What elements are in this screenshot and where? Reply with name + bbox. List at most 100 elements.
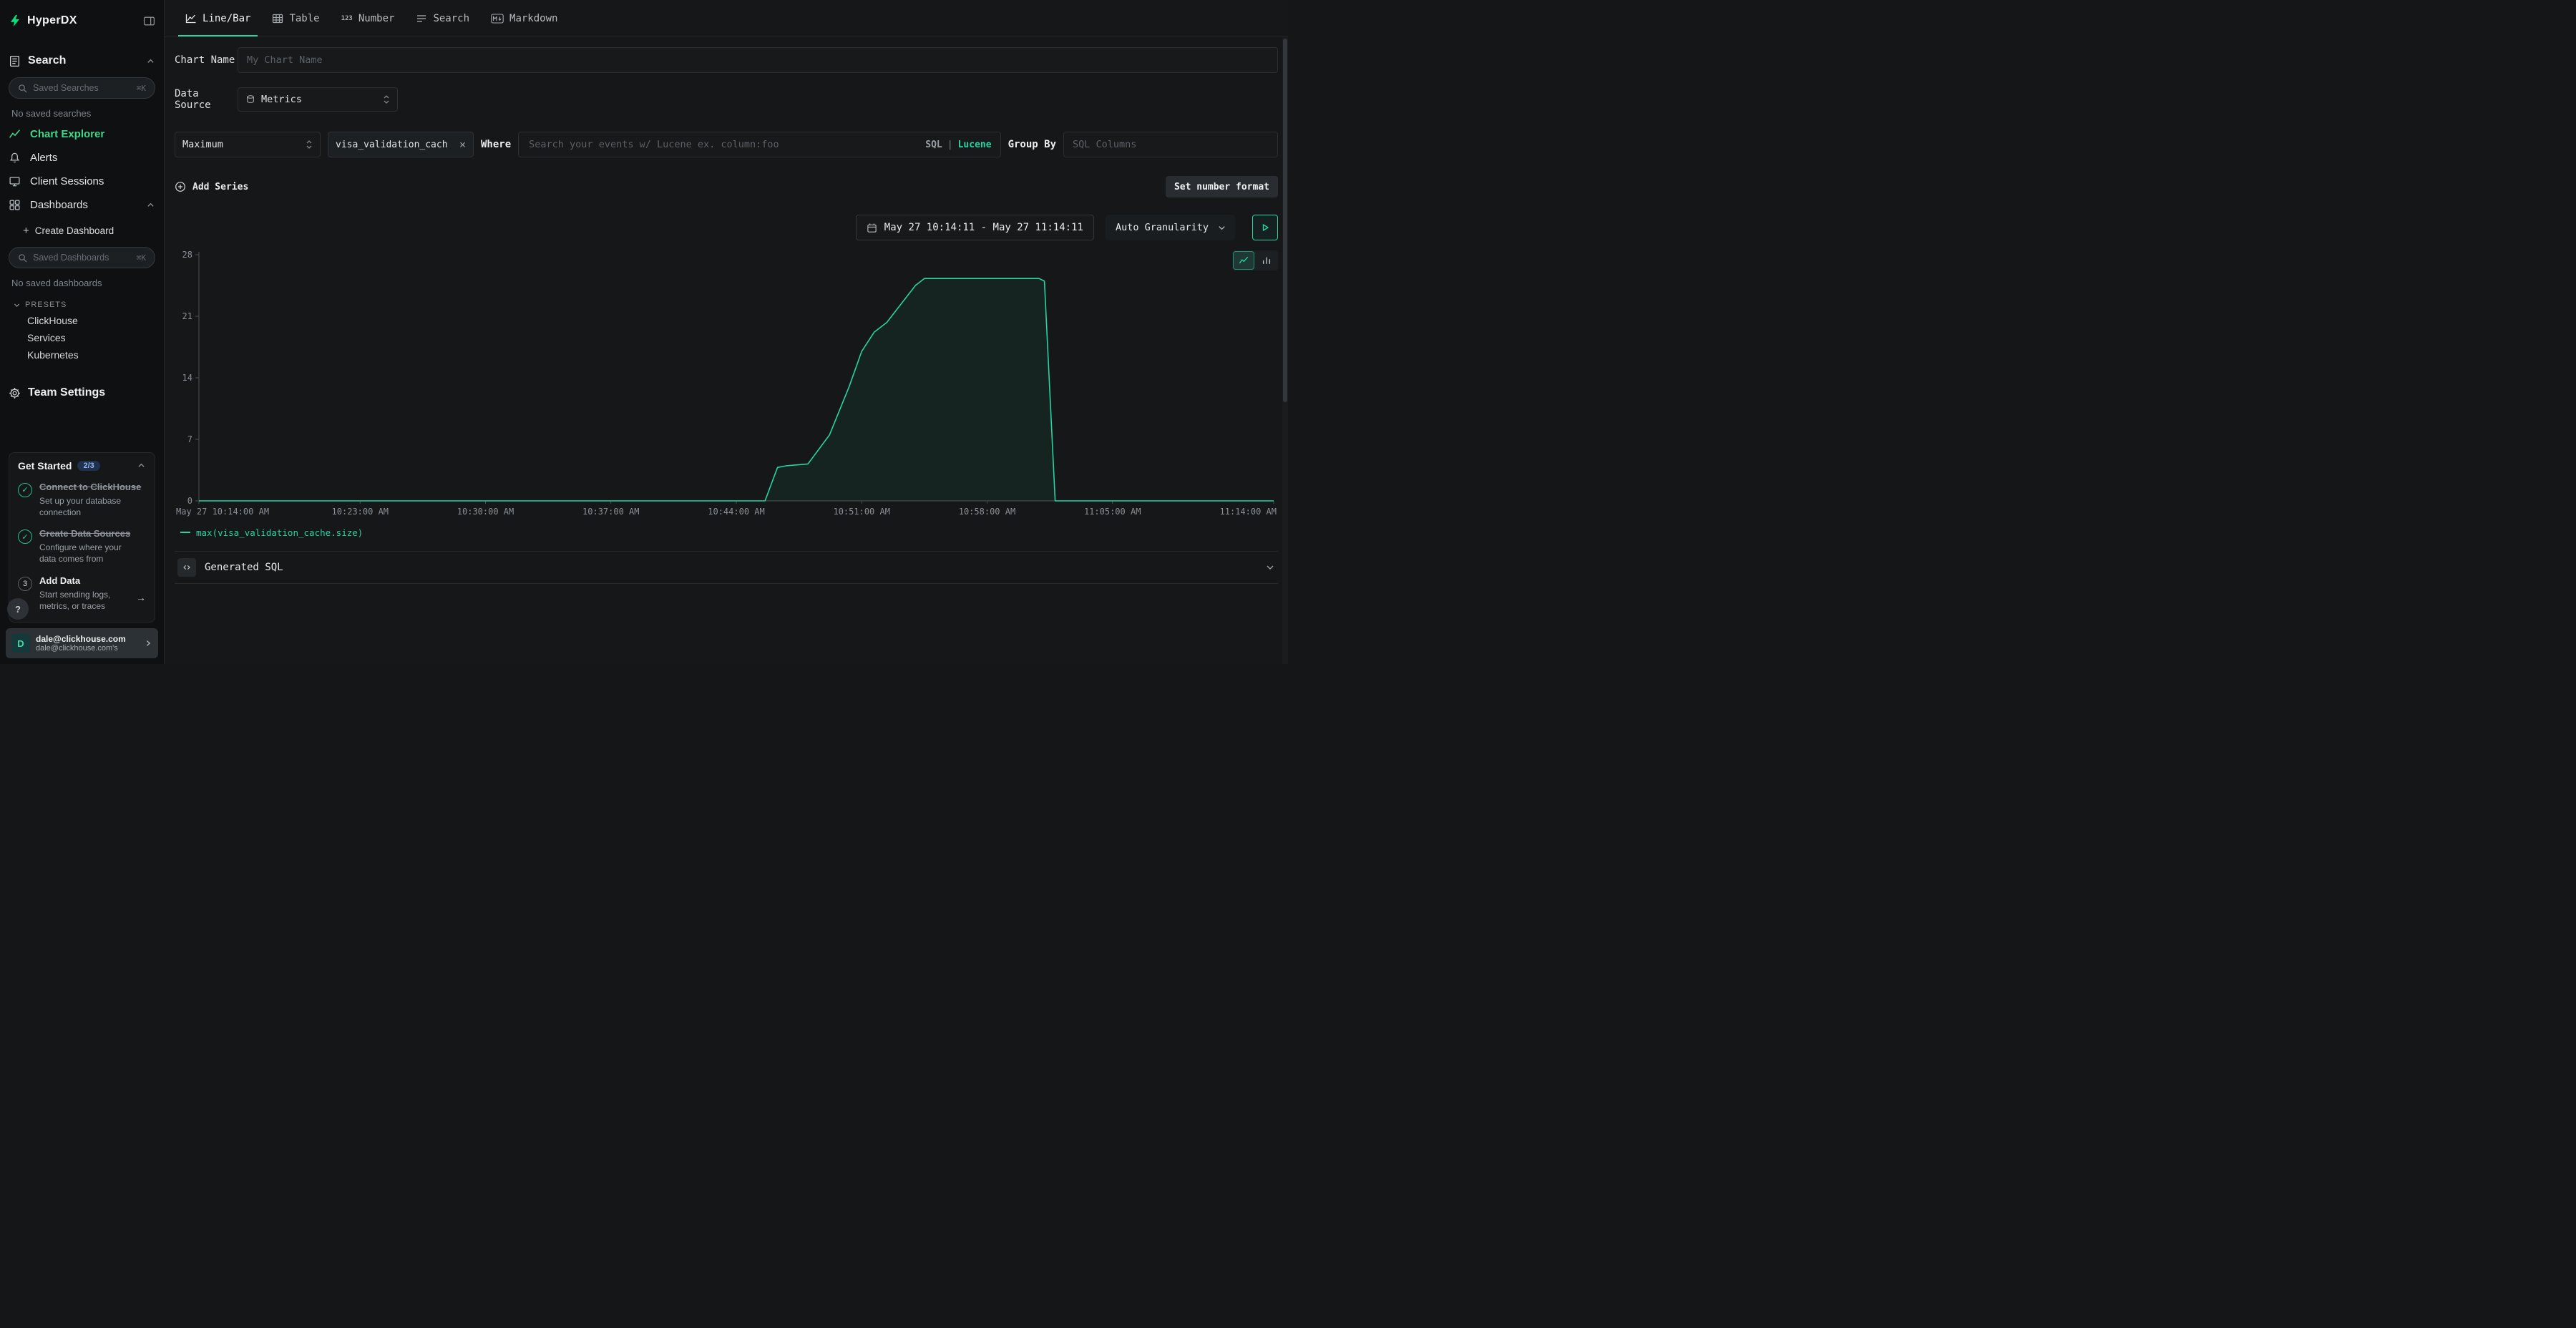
chevron-up-icon [137,461,146,470]
plus-icon: + [23,225,29,237]
preset-kubernetes[interactable]: Kubernetes [9,346,155,363]
sidebar-section-search[interactable]: Search [9,50,155,72]
nav-label: Chart Explorer [30,128,104,140]
tab-markdown[interactable]: Markdown [480,0,568,36]
nav-label: Dashboards [30,199,88,211]
sidebar: HyperDX Search Saved Searches ⌘K No save… [0,0,165,664]
legend-line-swatch [180,532,190,533]
where-input[interactable] [527,138,919,151]
svg-text:10:30:00 AM: 10:30:00 AM [457,507,514,517]
get-started-card: Get Started 2/3 ✓ Connect to ClickHouse … [9,452,155,622]
step-add-data[interactable]: 3 Add Data Start sending logs, metrics, … [18,575,146,612]
tab-label: Table [289,13,319,24]
arrow-right-icon[interactable]: → [136,592,146,603]
svg-text:28: 28 [182,250,192,260]
step-title: Create Data Sources [39,528,130,539]
create-dashboard-button[interactable]: + Create Dashboard [9,220,155,241]
aggregation-select[interactable]: Maximum [175,132,321,157]
svg-text:10:37:00 AM: 10:37:00 AM [582,507,639,517]
step-desc: Set up your database connection [39,495,146,518]
search-icon [18,84,27,93]
tab-line-bar[interactable]: Line/Bar [175,0,261,36]
generated-sql-section[interactable]: Generated SQL [175,551,1278,584]
line-chart-icon [185,13,197,24]
step-connect-clickhouse[interactable]: ✓ Connect to ClickHouse Set up your data… [18,481,146,518]
tab-number[interactable]: 123 Number [331,0,406,36]
svg-text:0: 0 [187,496,192,506]
chevron-down-icon [1217,223,1226,233]
run-query-button[interactable] [1252,215,1278,240]
saved-searches-placeholder: Saved Searches [33,83,99,93]
step-title: Add Data [39,575,80,586]
tab-table[interactable]: Table [261,0,330,36]
sidebar-item-team-settings[interactable]: Team Settings [9,382,155,404]
search-section-label: Search [28,54,66,67]
chart-name-input[interactable] [238,47,1278,73]
no-saved-dashboards-text: No saved dashboards [11,278,155,288]
line-chart-toggle[interactable] [1233,251,1254,270]
tab-label: Markdown [509,13,557,24]
gear-icon [9,387,21,399]
close-icon[interactable]: × [459,140,466,150]
svg-text:10:51:00 AM: 10:51:00 AM [833,507,889,517]
data-source-select[interactable]: Metrics [238,87,398,112]
data-source-label: Data Source [175,88,238,111]
granularity-select[interactable]: Auto Granularity [1106,215,1235,240]
no-saved-searches-text: No saved searches [11,108,155,119]
scrollbar[interactable] [1282,37,1288,664]
sidebar-item-dashboards[interactable]: Dashboards [9,193,155,217]
search-section-icon [9,55,21,67]
user-menu[interactable]: D dale@clickhouse.com dale@clickhouse.co… [6,628,158,658]
preset-clickhouse[interactable]: ClickHouse [9,312,155,329]
step-create-data-sources[interactable]: ✓ Create Data Sources Configure where yo… [18,527,146,565]
saved-dashboards-input[interactable]: Saved Dashboards ⌘K [9,247,155,268]
sidebar-item-chart-explorer[interactable]: Chart Explorer [9,122,155,146]
date-range-picker[interactable]: May 27 10:14:11 - May 27 11:14:11 [856,215,1094,240]
hyperdx-bolt-icon [9,14,21,27]
nav-label: Client Sessions [30,175,104,187]
group-by-input[interactable] [1063,132,1278,157]
set-number-format-button[interactable]: Set number format [1166,176,1278,197]
add-series-button[interactable]: Add Series [175,181,248,192]
sidebar-item-client-sessions[interactable]: Client Sessions [9,170,155,193]
lucene-toggle[interactable]: Lucene [958,140,992,150]
toggle-divider: | [947,140,953,150]
preset-services[interactable]: Services [9,329,155,346]
svg-text:10:44:00 AM: 10:44:00 AM [708,507,764,517]
bar-chart-toggle[interactable] [1256,251,1277,270]
step-title: Connect to ClickHouse [39,482,141,492]
help-button[interactable]: ? [7,598,29,620]
check-icon: ✓ [18,529,32,544]
shortcut-badge: ⌘K [137,253,146,263]
add-series-label: Add Series [192,182,248,192]
sidebar-item-alerts[interactable]: Alerts [9,146,155,170]
number-123-icon: 123 [341,15,353,22]
presets-header[interactable]: PRESETS [13,301,155,309]
metric-chip-label: visa_validation_cach [336,140,448,150]
date-range-value: May 27 10:14:11 - May 27 11:14:11 [884,222,1083,233]
user-email: dale@clickhouse.com [36,634,126,644]
team-settings-label: Team Settings [28,386,105,399]
group-by-label: Group By [1008,139,1056,150]
nav-label: Alerts [30,152,57,164]
chart-name-label: Chart Name [175,54,238,66]
chevron-down-icon [13,301,21,309]
saved-searches-input[interactable]: Saved Searches ⌘K [9,77,155,99]
list-lines-icon [416,13,427,24]
scrollbar-thumb[interactable] [1283,39,1287,402]
get-started-header[interactable]: Get Started 2/3 [18,460,146,472]
select-chevrons-icon [306,139,313,150]
aggregation-value: Maximum [182,139,223,150]
bell-icon [9,152,23,164]
plus-circle-icon [175,181,186,192]
tab-search[interactable]: Search [405,0,480,36]
collapse-sidebar-icon[interactable] [143,15,155,27]
chart-legend[interactable]: max(visa_validation_cache.size) [175,524,1278,541]
chevron-down-icon [1265,562,1275,572]
markdown-icon [491,14,504,24]
svg-text:10:23:00 AM: 10:23:00 AM [332,507,389,517]
table-icon [272,13,283,24]
sql-toggle[interactable]: SQL [925,140,942,150]
metric-chip[interactable]: visa_validation_cach × [328,132,474,157]
app-root: HyperDX Search Saved Searches ⌘K No save… [0,0,1288,664]
